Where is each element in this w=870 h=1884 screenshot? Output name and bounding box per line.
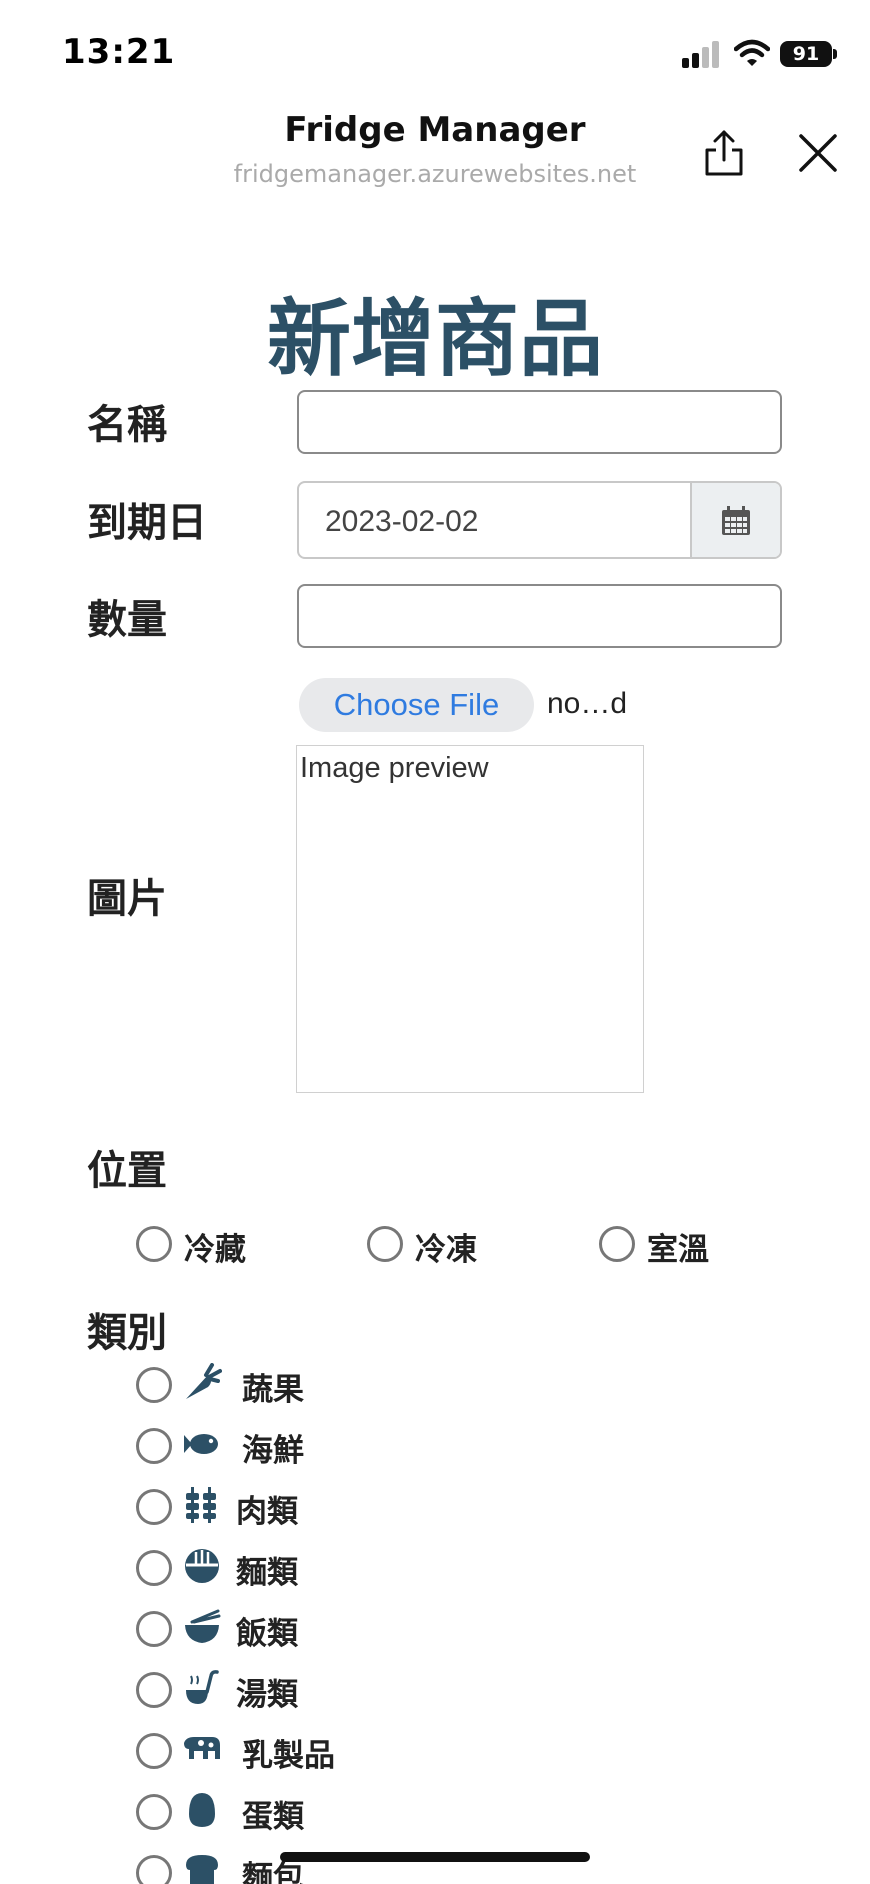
bread-icon (182, 1851, 222, 1884)
expiry-date-value: 2023-02-02 (325, 505, 479, 538)
share-icon[interactable] (702, 128, 746, 178)
category-radio[interactable] (136, 1794, 172, 1830)
quantity-input[interactable] (297, 584, 782, 648)
category-option-label: 湯類 (236, 1677, 298, 1713)
category-option-label: 飯類 (236, 1616, 298, 1652)
file-name: no…d (547, 687, 628, 720)
location-option-label: 冷凍 (415, 1232, 477, 1268)
close-icon[interactable] (798, 133, 838, 173)
category-option-label: 麵類 (236, 1555, 298, 1591)
ladle-icon (182, 1668, 222, 1708)
location-radio-freezer[interactable] (367, 1226, 403, 1262)
status-time: 13:21 (62, 32, 176, 72)
category-radio[interactable] (136, 1367, 172, 1403)
category-option-label: 乳製品 (242, 1738, 335, 1774)
location-option-label: 冷藏 (184, 1232, 246, 1268)
battery-indicator: 91 (780, 41, 832, 67)
category-radio[interactable] (136, 1672, 172, 1708)
quantity-label: 數量 (87, 597, 167, 643)
name-label: 名稱 (87, 402, 167, 448)
category-option-label: 海鮮 (242, 1433, 304, 1469)
egg-icon (182, 1790, 222, 1830)
rice-bowl-icon (182, 1607, 222, 1647)
choose-file-button[interactable]: Choose File (299, 678, 534, 732)
name-input[interactable] (297, 390, 782, 454)
category-radio[interactable] (136, 1855, 172, 1884)
location-radio-room-temp[interactable] (599, 1226, 635, 1262)
home-indicator[interactable] (280, 1852, 590, 1862)
page-title: 新增商品 (266, 290, 603, 388)
carrot-icon (182, 1363, 222, 1403)
calendar-icon (722, 506, 750, 535)
category-radio[interactable] (136, 1489, 172, 1525)
category-option-label: 蔬果 (242, 1372, 304, 1408)
location-label: 位置 (87, 1148, 167, 1194)
category-radio[interactable] (136, 1733, 172, 1769)
calendar-button[interactable] (690, 483, 780, 557)
category-option-label: 蛋類 (242, 1799, 304, 1835)
fish-icon (182, 1424, 222, 1464)
location-radio-fridge[interactable] (136, 1226, 172, 1262)
cellular-signal-icon (682, 40, 724, 68)
location-option-label: 室溫 (647, 1232, 709, 1268)
battery-tip (833, 49, 837, 59)
expiry-date-field[interactable]: 2023-02-02 (297, 481, 782, 559)
image-preview: Image preview (296, 745, 644, 1093)
image-label: 圖片 (87, 876, 167, 922)
cow-icon (182, 1729, 222, 1769)
category-label: 類別 (87, 1310, 167, 1356)
category-option-label: 肉類 (236, 1494, 298, 1530)
expiry-date-label: 到期日 (87, 500, 207, 546)
wifi-icon (734, 39, 770, 66)
noodle-bowl-icon (182, 1546, 222, 1586)
skewer-icon (182, 1485, 222, 1525)
image-preview-text: Image preview (300, 752, 489, 784)
category-radio[interactable] (136, 1428, 172, 1464)
category-radio[interactable] (136, 1550, 172, 1586)
category-radio[interactable] (136, 1611, 172, 1647)
